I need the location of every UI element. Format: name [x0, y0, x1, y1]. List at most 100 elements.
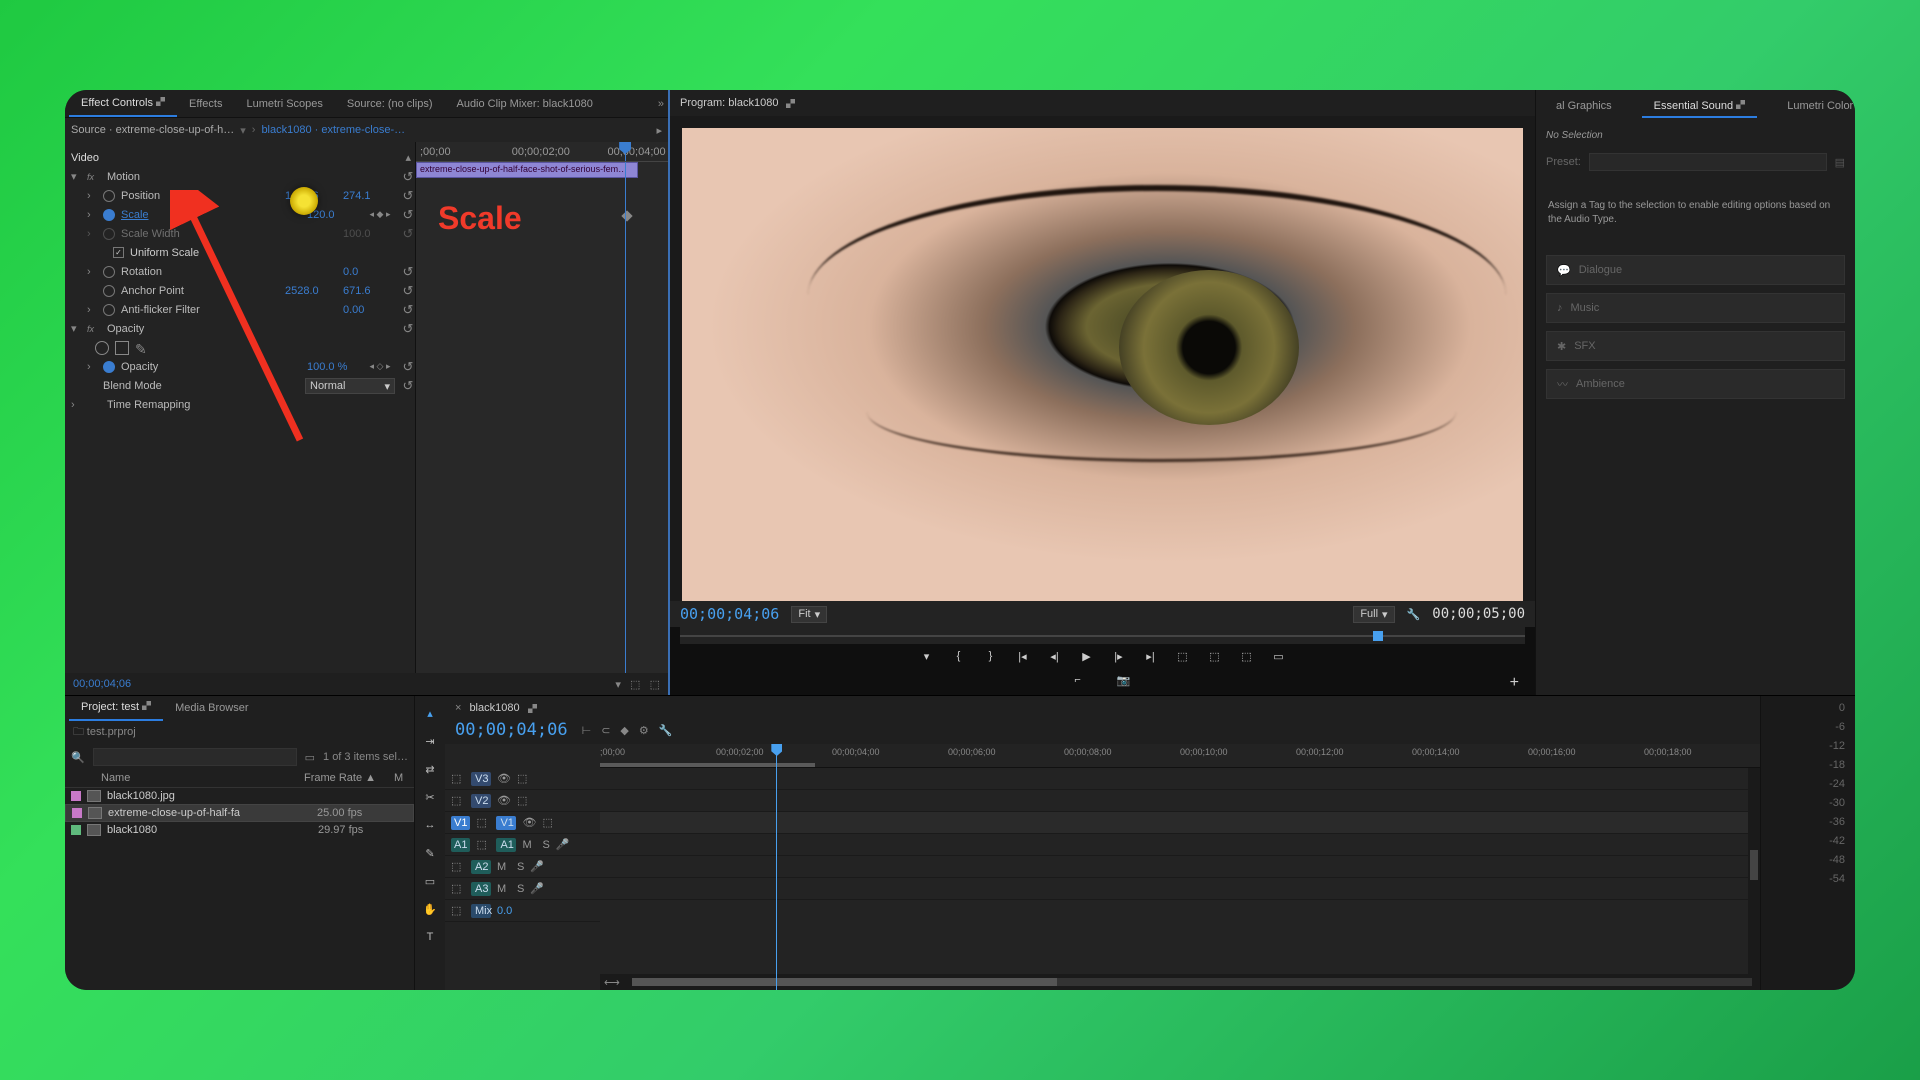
- scale-value[interactable]: 120.0: [307, 209, 359, 221]
- reset-icon[interactable]: ↺: [401, 378, 415, 394]
- disclose-icon[interactable]: ›: [87, 304, 97, 316]
- source-patch-v1[interactable]: V1: [451, 816, 470, 830]
- rotation-value[interactable]: 0.0: [343, 266, 395, 278]
- reset-icon[interactable]: ↺: [401, 321, 415, 337]
- label-color-chip[interactable]: [71, 791, 81, 801]
- col-framerate[interactable]: Frame Rate ▲: [304, 772, 394, 784]
- stopwatch-icon[interactable]: [103, 361, 115, 373]
- stopwatch-icon[interactable]: [103, 190, 115, 202]
- voice-icon[interactable]: 🎤: [530, 860, 544, 873]
- uniform-scale-checkbox[interactable]: ✓: [113, 247, 124, 258]
- disclose-icon[interactable]: ›: [87, 266, 97, 278]
- snap-icon[interactable]: ⊢: [582, 724, 592, 737]
- reset-icon[interactable]: ↺: [401, 169, 415, 185]
- program-scrubber[interactable]: [680, 627, 1525, 644]
- stopwatch-icon[interactable]: [103, 285, 115, 297]
- lock-icon[interactable]: ⬚: [451, 794, 465, 807]
- tab-project[interactable]: Project: test: [69, 695, 163, 721]
- panel-menu-icon[interactable]: [156, 97, 165, 106]
- lift-icon[interactable]: ⬚: [1175, 648, 1191, 664]
- overflow-icon[interactable]: »: [658, 98, 664, 110]
- voice-icon[interactable]: 🎤: [556, 838, 570, 851]
- lock-icon[interactable]: ⬚: [451, 772, 465, 785]
- mute-icon[interactable]: M: [497, 861, 511, 873]
- ec-ruler[interactable]: ;00;00 00;00;02;00 00;00;04;00: [416, 142, 668, 162]
- sequence-clip-link[interactable]: black1080 · extreme-close-…: [261, 124, 405, 136]
- pen-tool[interactable]: ✎: [421, 844, 439, 862]
- project-item[interactable]: black1080.jpg: [65, 788, 414, 804]
- reset-icon[interactable]: ↺: [401, 264, 415, 280]
- fx-badge[interactable]: fx: [87, 172, 101, 182]
- reset-icon[interactable]: ↺: [401, 302, 415, 318]
- current-timecode[interactable]: 00;00;04;06: [680, 605, 779, 623]
- mark-in-icon[interactable]: ▾: [919, 648, 935, 664]
- mute-icon[interactable]: M: [497, 883, 511, 895]
- pen-mask-icon[interactable]: ✎: [135, 341, 149, 355]
- eye-icon[interactable]: 👁: [497, 772, 511, 785]
- reset-icon[interactable]: ↺: [401, 283, 415, 299]
- scale-prop[interactable]: Scale: [121, 209, 301, 221]
- tab-source[interactable]: Source: (no clips): [335, 92, 445, 116]
- disclose-icon[interactable]: ›: [87, 209, 97, 221]
- hand-tool[interactable]: ✋: [421, 900, 439, 918]
- extract-icon[interactable]: ⬚: [1207, 648, 1223, 664]
- anchor-y[interactable]: 671.6: [343, 285, 395, 297]
- settings-icon[interactable]: ⚙: [639, 724, 649, 737]
- comparison-icon[interactable]: ▭: [1271, 648, 1287, 664]
- keyframe-diamond[interactable]: [621, 210, 632, 221]
- resolution-select[interactable]: Full▾: [1353, 606, 1394, 623]
- eye-icon[interactable]: 👁: [497, 794, 511, 807]
- tab-essential-sound[interactable]: Essential Sound: [1642, 94, 1758, 118]
- panel-menu-icon[interactable]: [142, 701, 151, 710]
- new-bin-icon[interactable]: ▭: [305, 751, 315, 764]
- ripple-edit-tool[interactable]: ⇄: [421, 760, 439, 778]
- label-color-chip[interactable]: [72, 808, 82, 818]
- safe-margin-icon[interactable]: ⌐: [1074, 674, 1080, 687]
- step-back-icon[interactable]: ◂|: [1047, 648, 1063, 664]
- motion-effect[interactable]: Motion: [107, 171, 395, 183]
- step-fwd-icon[interactable]: |▸: [1111, 648, 1127, 664]
- timeline-tracks[interactable]: ;00;0000;00;02;0000;00;04;0000;00;06;000…: [600, 744, 1760, 990]
- camera-icon[interactable]: 📷: [1117, 674, 1131, 687]
- panel-menu-icon[interactable]: [528, 704, 537, 713]
- wrench-icon[interactable]: 🔧: [1407, 608, 1421, 621]
- go-to-in-icon[interactable]: |◂: [1015, 648, 1031, 664]
- source-patch-a1[interactable]: A1: [451, 838, 470, 852]
- collapse-icon[interactable]: ▴: [405, 151, 415, 164]
- stopwatch-icon[interactable]: [103, 304, 115, 316]
- blend-mode-select[interactable]: Normal▾: [305, 378, 395, 394]
- rectangle-tool[interactable]: ▭: [421, 872, 439, 890]
- lock-icon[interactable]: ⬚: [451, 882, 465, 895]
- col-name[interactable]: Name: [71, 772, 304, 784]
- button-editor-icon[interactable]: +: [1510, 674, 1519, 692]
- mute-icon[interactable]: M: [522, 839, 536, 851]
- mark-out-button[interactable]: }: [983, 648, 999, 664]
- lock-icon[interactable]: ⬚: [476, 816, 490, 829]
- stopwatch-icon[interactable]: [103, 266, 115, 278]
- track-a1[interactable]: A1: [496, 838, 516, 852]
- rect-mask-icon[interactable]: [115, 341, 129, 355]
- disclose-icon[interactable]: ▾: [71, 170, 81, 183]
- keyframe-nav[interactable]: ◂ ◆ ▸: [365, 209, 395, 220]
- video-monitor[interactable]: [670, 116, 1535, 601]
- tab-media-browser[interactable]: Media Browser: [163, 696, 260, 720]
- lock-icon[interactable]: ⬚: [451, 904, 465, 917]
- search-icon[interactable]: 🔍: [71, 751, 85, 764]
- track-a2[interactable]: A2: [471, 860, 491, 874]
- program-tab[interactable]: Program: black1080: [680, 97, 778, 109]
- solo-icon[interactable]: S: [517, 861, 524, 873]
- reset-icon[interactable]: ↺: [401, 188, 415, 204]
- slip-tool[interactable]: ↔: [421, 816, 439, 834]
- play-only-icon[interactable]: ▸: [656, 124, 662, 137]
- export-frame-icon[interactable]: ⬚: [1239, 648, 1255, 664]
- linked-sel-icon[interactable]: ⊂: [601, 724, 610, 737]
- position-y[interactable]: 274.1: [343, 190, 395, 202]
- play-button[interactable]: ▶: [1079, 648, 1095, 664]
- fx-badge[interactable]: fx: [87, 324, 101, 334]
- keyframe-nav[interactable]: ◂ ◇ ▸: [365, 361, 395, 372]
- toggle-sync-icon[interactable]: ⬚: [517, 772, 527, 785]
- opacity-value[interactable]: 100.0 %: [307, 361, 359, 373]
- tab-effect-controls[interactable]: Effect Controls: [69, 91, 177, 117]
- project-item[interactable]: extreme-close-up-of-half-fa25.00 fps: [65, 804, 414, 822]
- tab-effects[interactable]: Effects: [177, 92, 234, 116]
